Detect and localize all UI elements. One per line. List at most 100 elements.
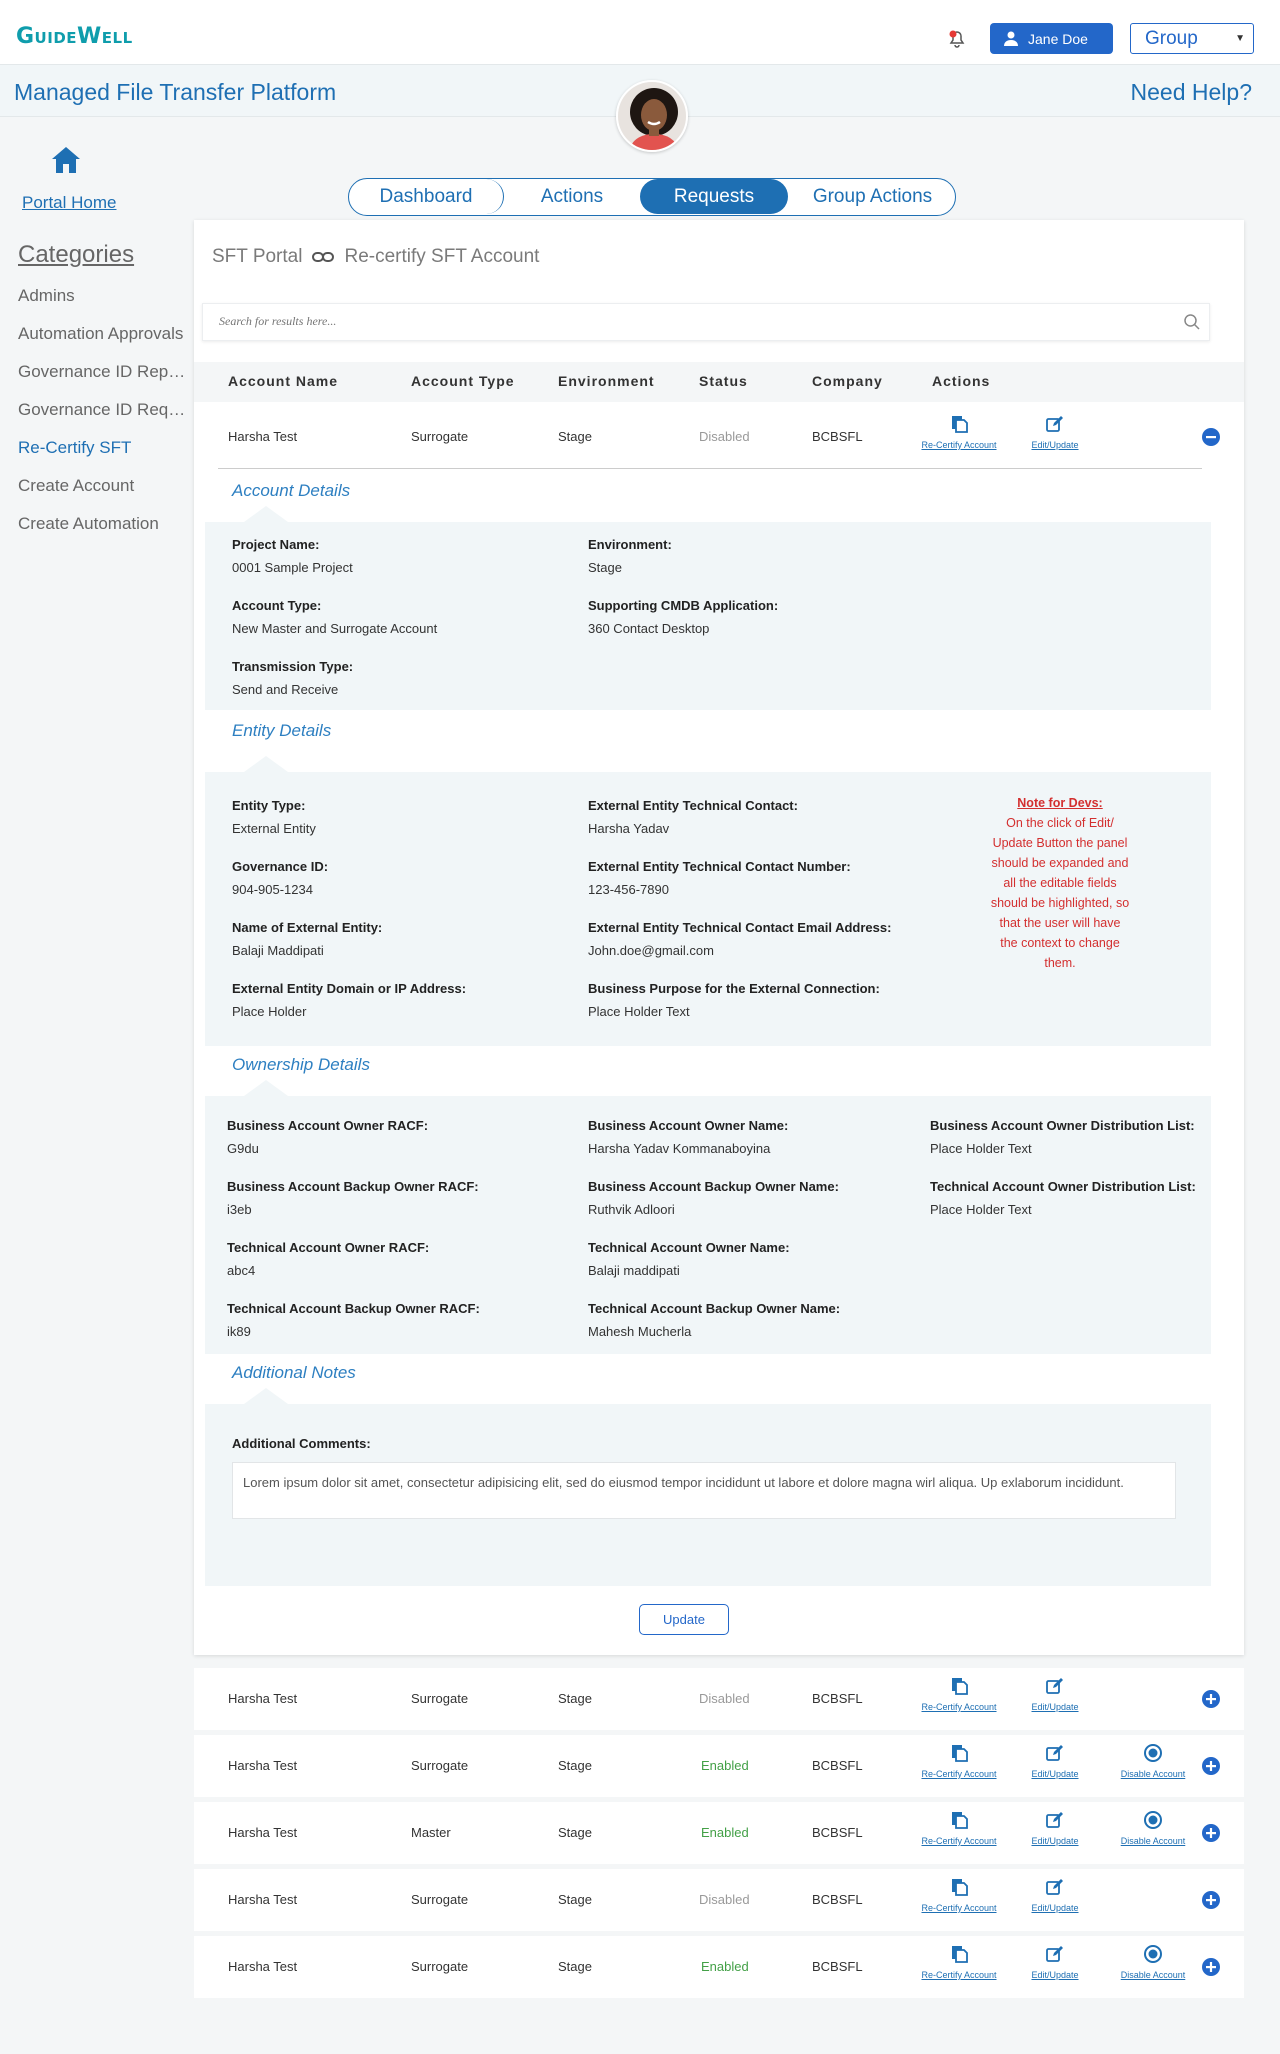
column-header-environment[interactable]: Environment	[558, 373, 655, 389]
entity-type-label: Entity Type:	[232, 798, 306, 813]
user-name: Jane Doe	[1028, 30, 1088, 47]
search-icon[interactable]	[1183, 313, 1201, 331]
recertify-account-button[interactable]: Re-Certify Account	[914, 1810, 1004, 1846]
account-type: Surrogate	[411, 1959, 469, 1974]
avatar[interactable]	[616, 80, 688, 152]
copy-document-icon	[952, 416, 968, 433]
edit-update-button[interactable]: Edit/Update	[1010, 1944, 1100, 1980]
expand-icon[interactable]	[1202, 1824, 1220, 1842]
company: BCBSFL	[812, 1959, 863, 1974]
notification-bell-icon[interactable]	[945, 26, 969, 50]
tab-actions[interactable]: Actions	[504, 179, 640, 214]
edit-update-button[interactable]: Edit/Update	[1010, 1877, 1100, 1913]
entity-details-title: Entity Details	[232, 721, 332, 740]
sidebar-item-admins[interactable]: Admins	[18, 286, 186, 306]
edit-icon	[1046, 1879, 1063, 1895]
edit-update-button[interactable]: Edit/Update	[1010, 1743, 1100, 1779]
tech-contact-email-label: External Entity Technical Contact Email …	[588, 920, 892, 935]
recertify-account-button[interactable]: Re-Certify Account	[914, 1676, 1004, 1712]
row-divider	[218, 468, 1202, 469]
user-menu-button[interactable]: Jane Doe	[990, 23, 1113, 54]
environment: Stage	[558, 1959, 592, 1974]
need-help-link[interactable]: Need Help?	[1131, 79, 1252, 106]
tab-requests[interactable]: Requests	[640, 179, 788, 214]
column-header-account-name[interactable]: Account Name	[228, 373, 338, 389]
table-row[interactable]: Harsha Test Surrogate Stage Disabled BCB…	[194, 1869, 1244, 1931]
recertify-account-button[interactable]: Re-Certify Account	[914, 414, 1004, 450]
breadcrumb-root[interactable]: SFT Portal	[212, 246, 302, 268]
expand-icon[interactable]	[1202, 1891, 1220, 1909]
sidebar-item-create-account[interactable]: Create Account	[18, 476, 186, 496]
table-row[interactable]: Harsha Test Surrogate Stage Enabled BCBS…	[194, 1936, 1244, 1998]
additional-comments-label: Additional Comments:	[232, 1436, 371, 1451]
recertify-account-button[interactable]: Re-Certify Account	[914, 1877, 1004, 1913]
environment: Stage	[558, 1758, 592, 1773]
expand-icon[interactable]	[1202, 1757, 1220, 1775]
tab-dashboard[interactable]: Dashboard	[349, 179, 504, 214]
dev-note-line: all the editable fields	[1003, 876, 1117, 890]
sidebar-item-recertify-sft[interactable]: Re-Certify SFT	[18, 438, 186, 458]
home-icon[interactable]	[50, 145, 82, 175]
edit-update-button[interactable]: Edit/Update	[1010, 414, 1100, 450]
environment: Stage	[558, 429, 592, 444]
caret-down-icon: ▼	[1235, 33, 1245, 44]
section-notch	[244, 506, 288, 522]
logo-text: GuideWell	[16, 24, 133, 49]
table-row[interactable]: Harsha Test Master Stage Enabled BCBSFL …	[194, 1802, 1244, 1864]
table-row[interactable]: Harsha Test Surrogate Stage Disabled BCB…	[194, 406, 1244, 468]
technical-dl-value: Place Holder Text	[930, 1202, 1032, 1217]
external-entity-name-label: Name of External Entity:	[232, 920, 383, 935]
tech-contact-number-value: 123-456-7890	[588, 882, 669, 897]
account-name: Harsha Test	[228, 1758, 298, 1773]
environment: Stage	[558, 1825, 592, 1840]
expand-icon[interactable]	[1202, 1690, 1220, 1708]
edit-update-button[interactable]: Edit/Update	[1010, 1810, 1100, 1846]
domain-value: Place Holder	[232, 1004, 307, 1019]
copy-document-icon	[952, 1879, 968, 1896]
edit-label: Edit/Update	[1031, 1903, 1079, 1913]
account-type-value: New Master and Surrogate Account	[232, 621, 438, 636]
business-dl-label: Business Account Owner Distribution List…	[930, 1118, 1195, 1133]
sidebar-item-create-automation[interactable]: Create Automation	[18, 514, 186, 534]
status-badge: Disabled	[699, 1691, 750, 1706]
disable-account-button[interactable]: Disable Account	[1108, 1810, 1198, 1846]
guidewell-logo[interactable]: GuideWell	[16, 24, 133, 49]
account-type: Surrogate	[411, 429, 469, 444]
business-owner-name-value: Harsha Yadav Kommanaboyina	[588, 1141, 771, 1156]
user-icon	[1004, 31, 1018, 46]
project-name-value: 0001 Sample Project	[232, 560, 353, 575]
transmission-type-label: Transmission Type:	[232, 659, 354, 674]
recertify-label: Re-Certify Account	[921, 1970, 997, 1980]
disable-account-button[interactable]: Disable Account	[1108, 1944, 1198, 1980]
update-button[interactable]: Update	[639, 1604, 729, 1635]
disable-account-button[interactable]: Disable Account	[1108, 1743, 1198, 1779]
edit-update-button[interactable]: Edit/Update	[1010, 1676, 1100, 1712]
column-header-company[interactable]: Company	[812, 373, 883, 389]
account-type-label: Account Type:	[232, 598, 322, 613]
edit-label: Edit/Update	[1031, 1836, 1079, 1846]
sidebar-item-automation-approvals[interactable]: Automation Approvals	[18, 324, 186, 344]
recertify-account-button[interactable]: Re-Certify Account	[914, 1743, 1004, 1779]
recertify-label: Re-Certify Account	[921, 1903, 997, 1913]
group-select[interactable]: Group ▼	[1130, 23, 1254, 54]
account-type: Surrogate	[411, 1691, 469, 1706]
tab-group-actions[interactable]: Group Actions	[788, 179, 955, 214]
technical-backup-racf-value: ik89	[227, 1324, 251, 1339]
search-input[interactable]	[219, 314, 1119, 329]
sidebar-item-governance-id-reports[interactable]: Governance ID Reports	[18, 362, 186, 382]
table-row[interactable]: Harsha Test Surrogate Stage Enabled BCBS…	[194, 1735, 1244, 1797]
portal-home-link[interactable]: Portal Home	[22, 193, 116, 213]
table-row[interactable]: Harsha Test Surrogate Stage Disabled BCB…	[194, 1668, 1244, 1730]
expand-icon[interactable]	[1202, 1958, 1220, 1976]
column-header-account-type[interactable]: Account Type	[411, 373, 515, 389]
edit-icon	[1046, 1946, 1063, 1962]
recertify-account-button[interactable]: Re-Certify Account	[914, 1944, 1004, 1980]
technical-owner-racf-value: abc4	[227, 1263, 256, 1278]
sidebar-item-governance-id-requests[interactable]: Governance ID Requests	[18, 400, 186, 420]
account-name: Harsha Test	[228, 1691, 298, 1706]
additional-comments-textarea[interactable]: Lorem ipsum dolor sit amet, consectetur …	[232, 1462, 1176, 1519]
column-header-status[interactable]: Status	[699, 373, 748, 389]
collapse-icon[interactable]	[1202, 428, 1220, 446]
tech-contact-label: External Entity Technical Contact:	[588, 798, 798, 813]
edit-icon	[1046, 1678, 1063, 1694]
